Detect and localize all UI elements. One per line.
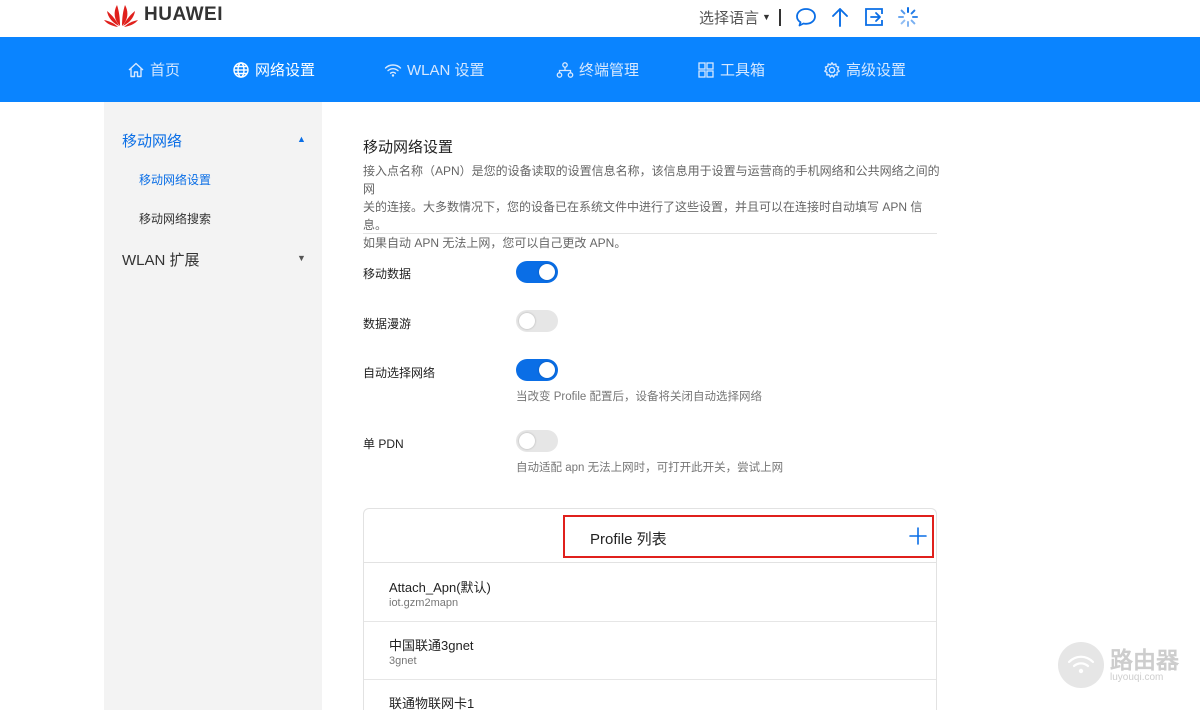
huawei-logo[interactable]: HUAWEI <box>104 2 223 28</box>
nav-item-label: 首页 <box>150 62 181 79</box>
language-selector[interactable]: 选择语言 ▼ <box>699 7 771 28</box>
nav-item-toolbox[interactable]: 工具箱 <box>697 37 765 102</box>
sidebar-item-label: 移动网络设置 <box>139 173 212 187</box>
nav-item-label: 网络设置 <box>255 62 316 79</box>
caret-down-icon[interactable]: ▼ <box>297 253 306 263</box>
watermark-url: luyouqi.com <box>1110 671 1164 683</box>
top-actions: 选择语言 ▼ <box>699 6 931 28</box>
toggle-knob <box>519 313 535 329</box>
data-roaming-label: 数据漫游 <box>363 317 412 331</box>
page-title: 移动网络设置 <box>363 139 454 156</box>
single-pdn-hint: 自动适配 apn 无法上网时，可打开此开关，尝试上网 <box>516 462 784 474</box>
mobile-data-label: 移动数据 <box>363 267 412 281</box>
auto-select-network-label: 自动选择网络 <box>363 366 436 380</box>
globe-icon <box>233 61 249 78</box>
devices-icon <box>556 61 574 78</box>
page-description: 接入点名称（APN）是您的设备读取的设置信息名称，该信息用于设置与运营商的手机网… <box>363 162 941 252</box>
description-line: 如果自动 APN 无法上网，您可以自己更改 APN。 <box>363 236 627 250</box>
chat-icon[interactable] <box>795 6 817 28</box>
sidebar-group-label: WLAN 扩展 <box>122 252 200 269</box>
profile-name: Attach_Apn(默认) <box>389 580 491 595</box>
main-nav: 首页 网络设置 WLAN 设置 终端管理 工具箱 高级设置 <box>0 37 1200 102</box>
caret-down-icon: ▼ <box>762 12 771 22</box>
upload-icon[interactable] <box>829 6 851 28</box>
logout-icon[interactable] <box>863 6 885 28</box>
description-line: 接入点名称（APN）是您的设备读取的设置信息名称，该信息用于设置与运营商的手机网… <box>363 164 940 196</box>
sidebar-group-mobile-network[interactable]: 移动网络 <box>122 130 182 151</box>
auto-select-network-toggle[interactable] <box>516 359 558 381</box>
nav-item-label: WLAN 设置 <box>407 62 485 79</box>
caret-up-icon[interactable]: ▲ <box>297 134 306 144</box>
profile-name: 中国联通3gnet <box>389 638 474 653</box>
home-icon <box>128 62 144 77</box>
profile-item[interactable]: 联通物联网卡1 <box>364 680 936 710</box>
watermark-name: 路由器 <box>1110 646 1179 673</box>
profile-apn: iot.gzm2mapn <box>389 597 459 609</box>
toggle-knob <box>539 362 555 378</box>
profile-apn: 3gnet <box>389 655 417 667</box>
toggle-knob <box>519 433 535 449</box>
nav-item-advanced[interactable]: 高级设置 <box>823 37 906 102</box>
brand-name: HUAWEI <box>144 4 223 25</box>
sidebar-item-label: 移动网络搜索 <box>139 212 212 226</box>
annotation-highlight-box <box>563 515 934 558</box>
toggle-knob <box>539 264 555 280</box>
single-pdn-label: 单 PDN <box>363 437 404 451</box>
watermark: 路由器 luyouqi.com <box>1058 642 1179 688</box>
nav-item-wlan[interactable]: WLAN 设置 <box>384 37 485 102</box>
loading-icon <box>897 7 918 27</box>
profile-item[interactable]: 中国联通3gnet 3gnet <box>364 622 936 680</box>
language-label: 选择语言 <box>699 9 760 27</box>
sidebar: 移动网络 ▲ 移动网络设置 移动网络搜索 WLAN 扩展 ▼ <box>104 102 322 710</box>
nav-item-devices[interactable]: 终端管理 <box>556 37 639 102</box>
nav-item-label: 高级设置 <box>846 62 907 79</box>
sidebar-item-mobile-network-search[interactable]: 移动网络搜索 <box>139 210 211 227</box>
mobile-data-toggle[interactable] <box>516 261 558 283</box>
nav-item-label: 工具箱 <box>720 62 766 79</box>
watermark-text: 路由器 luyouqi.com <box>1110 648 1179 683</box>
nav-item-network[interactable]: 网络设置 <box>232 37 315 102</box>
router-logo-icon <box>1058 642 1104 688</box>
wifi-icon <box>384 63 402 77</box>
nav-item-home[interactable]: 首页 <box>127 37 180 102</box>
sidebar-group-label: 移动网络 <box>122 133 183 150</box>
sidebar-group-wlan-extension[interactable]: WLAN 扩展 <box>122 249 200 270</box>
sidebar-item-mobile-network-settings[interactable]: 移动网络设置 <box>139 171 211 188</box>
divider <box>778 8 781 26</box>
description-line: 关的连接。大多数情况下，您的设备已在系统文件中进行了这些设置，并且可以在连接时自… <box>363 200 923 232</box>
data-roaming-toggle[interactable] <box>516 310 558 332</box>
profile-name: 联通物联网卡1 <box>389 696 475 710</box>
section-divider <box>363 233 937 234</box>
profile-item[interactable]: Attach_Apn(默认) iot.gzm2mapn <box>364 564 936 622</box>
toolbox-icon <box>698 61 714 78</box>
auto-select-network-hint: 当改变 Profile 配置后，设备将关闭自动选择网络 <box>516 391 762 403</box>
nav-item-label: 终端管理 <box>579 62 640 79</box>
huawei-flower-icon <box>104 5 138 27</box>
top-bar: HUAWEI 选择语言 ▼ <box>0 0 1200 37</box>
single-pdn-toggle[interactable] <box>516 430 558 452</box>
gear-icon <box>824 61 840 78</box>
